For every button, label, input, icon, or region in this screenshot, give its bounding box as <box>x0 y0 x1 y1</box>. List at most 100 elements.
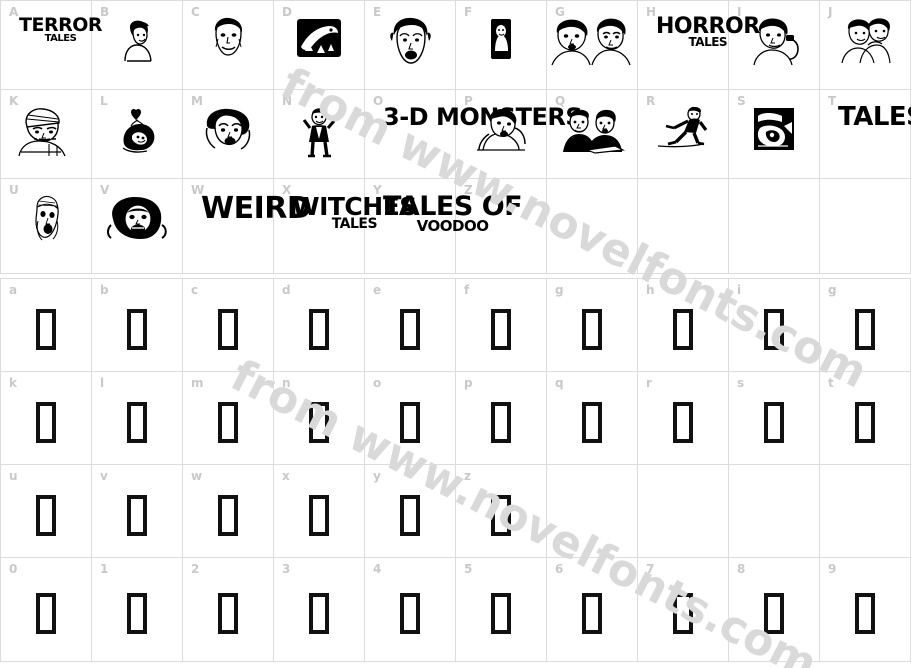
tofu-icon <box>400 593 420 634</box>
glyph-cell[interactable]: g <box>820 279 911 371</box>
glyph-cell-label: E <box>373 5 382 19</box>
glyph-cell[interactable]: O 3-D MONSTERS <box>365 90 583 178</box>
missing-glyph-box <box>729 372 819 464</box>
glyph-cell[interactable]: X WITCHES TALES <box>274 179 417 273</box>
tofu-icon <box>309 308 329 350</box>
glyph-cell[interactable]: n <box>274 372 365 464</box>
glyph-cell[interactable]: 9 <box>820 558 911 661</box>
glyph-cell[interactable]: 8 <box>729 558 820 661</box>
missing-glyph-box <box>456 465 546 557</box>
glyph-cell[interactable]: h <box>638 279 729 371</box>
glyph-cell-label: H <box>646 5 657 19</box>
tofu-icon <box>764 593 784 634</box>
glyph-cell[interactable]: t <box>820 372 911 464</box>
glyph-cell[interactable] <box>820 179 911 273</box>
glyph-cell[interactable]: v <box>92 465 183 557</box>
glyph-artwork <box>114 106 160 154</box>
glyph-cell[interactable]: C <box>183 1 274 89</box>
glyph-artwork <box>201 106 255 154</box>
glyph-cell[interactable]: 4 <box>365 558 456 661</box>
glyph-cell[interactable]: 5 <box>456 558 547 661</box>
glyph-cell[interactable]: l <box>92 372 183 464</box>
glyph-cell[interactable]: c <box>183 279 274 371</box>
glyph-cell[interactable]: r <box>638 372 729 464</box>
glyph-cell[interactable]: P <box>456 90 547 178</box>
missing-glyph-box <box>820 558 910 661</box>
tofu-icon <box>36 593 56 634</box>
glyph-cell-label: N <box>282 94 293 108</box>
glyph-cell[interactable]: M <box>183 90 274 178</box>
glyph-artwork <box>752 106 796 152</box>
uppercase-glyph-section: A TERROR TALES B C D E F G H HORROR TALES I J K L M N O 3-D… <box>0 0 911 274</box>
glyph-artwork <box>489 17 513 61</box>
missing-glyph-box <box>365 465 455 557</box>
glyph-cell[interactable] <box>638 465 729 557</box>
glyph-cell[interactable]: i <box>729 279 820 371</box>
glyph-cell[interactable]: H HORROR TALES <box>638 1 760 89</box>
glyph-cell[interactable]: Q <box>547 90 638 178</box>
glyph-cell[interactable] <box>729 465 820 557</box>
glyph-cell[interactable]: d <box>274 279 365 371</box>
glyph-cell[interactable]: 7 <box>638 558 729 661</box>
glyph-cell[interactable]: 2 <box>183 558 274 661</box>
glyph-cell[interactable] <box>638 179 729 273</box>
glyph-cell[interactable]: o <box>365 372 456 464</box>
glyph-cell[interactable]: 6 <box>547 558 638 661</box>
glyph-cell[interactable]: g <box>547 279 638 371</box>
glyph-cell[interactable]: q <box>547 372 638 464</box>
missing-glyph-box <box>365 558 455 661</box>
glyph-cell[interactable]: W WEIRD <box>183 179 312 273</box>
glyph-cell[interactable] <box>547 179 638 273</box>
glyph-cell[interactable]: F <box>456 1 547 89</box>
glyph-grid-row: A TERROR TALES B C D E F G H HORROR TALES I J <box>0 0 911 89</box>
glyph-cell[interactable]: A TERROR TALES <box>1 1 102 89</box>
tofu-icon <box>36 401 56 443</box>
glyph-cell[interactable]: y <box>365 465 456 557</box>
glyph-cell[interactable]: B <box>92 1 183 89</box>
glyph-cell[interactable]: Z <box>456 179 547 273</box>
glyph-cell[interactable]: N <box>274 90 365 178</box>
glyph-cell[interactable]: w <box>183 465 274 557</box>
glyph-cell[interactable] <box>820 465 911 557</box>
glyph-cell[interactable]: a <box>1 279 92 371</box>
glyph-cell[interactable] <box>729 179 820 273</box>
glyph-cell[interactable]: x <box>274 465 365 557</box>
glyph-cell[interactable]: k <box>1 372 92 464</box>
glyph-cell[interactable]: u <box>1 465 92 557</box>
glyph-cell[interactable]: e <box>365 279 456 371</box>
glyph-cell[interactable]: J <box>820 1 911 89</box>
glyph-cell-label: L <box>100 94 108 108</box>
glyph-cell[interactable]: Y TALES OF VOODOO <box>365 179 523 273</box>
missing-glyph-box <box>729 279 819 371</box>
glyph-cell[interactable]: TTALES FROM THETOMB <box>820 90 911 178</box>
glyph-cell[interactable]: K <box>1 90 92 178</box>
glyph-cell[interactable]: f <box>456 279 547 371</box>
glyph-cell[interactable]: U <box>1 179 92 273</box>
glyph-cell[interactable]: 0 <box>1 558 92 661</box>
glyph-cell[interactable]: 1 <box>92 558 183 661</box>
glyph-artwork <box>208 17 248 63</box>
glyph-grid-row: U V W WEIRD X WITCHES TALES Y TALES OF VOODOO Z <box>0 178 911 274</box>
glyph-cell[interactable]: p <box>456 372 547 464</box>
missing-glyph-box <box>183 279 273 371</box>
glyph-cell[interactable]: b <box>92 279 183 371</box>
glyph-cell[interactable]: s <box>729 372 820 464</box>
glyph-cell[interactable] <box>547 465 638 557</box>
glyph-cell[interactable]: R <box>638 90 729 178</box>
glyph-cell[interactable]: G <box>547 1 638 89</box>
glyph-cell[interactable]: V <box>92 179 183 273</box>
missing-glyph-box <box>183 465 273 557</box>
glyph-logo-text: TALES FROM THETOMB <box>838 104 911 143</box>
glyph-cell[interactable]: m <box>183 372 274 464</box>
glyph-cell[interactable]: I <box>729 1 820 89</box>
glyph-cell-label: C <box>191 5 200 19</box>
glyph-cell[interactable]: L <box>92 90 183 178</box>
glyph-cell[interactable]: E <box>365 1 456 89</box>
glyph-grid-row: abcdefghig <box>0 278 911 371</box>
glyph-cell[interactable]: 3 <box>274 558 365 661</box>
glyph-cell[interactable]: D <box>274 1 365 89</box>
glyph-artwork <box>557 106 627 154</box>
missing-glyph-box <box>456 279 546 371</box>
glyph-cell[interactable]: z <box>456 465 547 557</box>
glyph-cell[interactable]: S <box>729 90 820 178</box>
